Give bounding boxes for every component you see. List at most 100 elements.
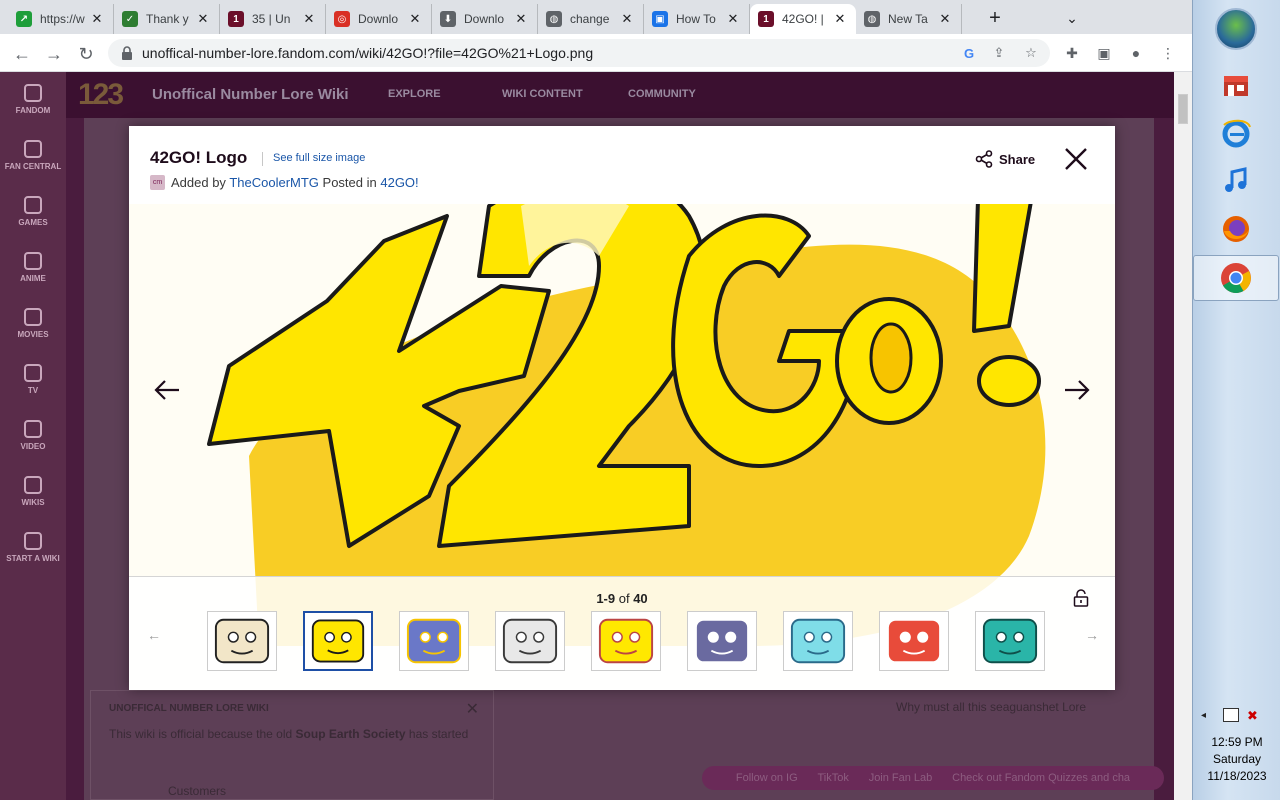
profile-icon[interactable]: ● <box>1126 43 1146 63</box>
gallery-thumbnail[interactable] <box>399 611 469 671</box>
chrome-taskbar-button[interactable] <box>1193 255 1279 301</box>
tab-close-icon[interactable]: ✕ <box>89 11 105 27</box>
gallery-thumbnail[interactable] <box>879 611 949 671</box>
page-scrollbar[interactable] <box>1174 72 1192 800</box>
rail-item[interactable]: WIKIS <box>0 476 66 507</box>
browser-tab[interactable]: 1 42GO! | ✕ <box>750 4 856 34</box>
rail-item[interactable]: ANIME <box>0 252 66 283</box>
new-tab-button[interactable]: + <box>984 7 1006 29</box>
forward-button[interactable]: → <box>42 42 66 66</box>
address-bar[interactable]: unoffical-number-lore.fandom.com/wiki/42… <box>108 39 1050 67</box>
footer-link-quizzes[interactable]: Check out Fandom Quizzes and cha <box>952 772 1130 784</box>
tab-close-icon[interactable]: ✕ <box>513 11 529 27</box>
rail-icon <box>24 364 42 382</box>
title-divider <box>262 152 263 166</box>
firefox-icon[interactable] <box>1217 210 1255 248</box>
clock-time[interactable]: 12:59 PM <box>1193 735 1280 749</box>
tab-title: https://w <box>40 12 85 26</box>
extensions-icon[interactable]: ✚ <box>1062 43 1082 63</box>
full-size-link[interactable]: See full size image <box>273 152 365 164</box>
author-link[interactable]: TheCoolerMTG <box>229 175 319 190</box>
network-icon[interactable] <box>1223 708 1239 722</box>
windows-taskbar: ◂ ✖ 12:59 PM Saturday 11/18/2023 <box>1192 0 1280 800</box>
thumbnail-prev-arrow-icon[interactable]: ← <box>147 627 161 643</box>
author-avatar[interactable]: cm <box>150 175 165 190</box>
rail-item[interactable]: GAMES <box>0 196 66 227</box>
clock-day[interactable]: Saturday <box>1193 752 1280 766</box>
notice-close-icon[interactable]: ✕ <box>466 699 479 719</box>
rail-item[interactable]: FANDOM <box>0 84 66 115</box>
tab-favicon-icon: ✓ <box>122 11 138 27</box>
next-image-arrow-icon[interactable] <box>1063 378 1091 402</box>
tab-close-icon[interactable]: ✕ <box>407 11 423 27</box>
tab-close-icon[interactable]: ✕ <box>937 11 953 27</box>
menu-kebab-icon[interactable]: ⋮ <box>1158 43 1178 63</box>
tab-search-icon[interactable]: ⌄ <box>1062 8 1082 28</box>
tab-close-icon[interactable]: ✕ <box>832 11 848 27</box>
internet-explorer-icon[interactable] <box>1217 114 1255 152</box>
gallery-thumbnail[interactable] <box>975 611 1045 671</box>
fandom-footer-bar: Follow on IG TikTok Join Fan Lab Check o… <box>702 766 1164 790</box>
nav-explore[interactable]: EXPLORE <box>388 88 441 100</box>
footer-link-fanlab[interactable]: Join Fan Lab <box>869 772 933 784</box>
footer-link-ig[interactable]: Follow on IG <box>736 772 798 784</box>
nav-wiki-content[interactable]: WIKI CONTENT <box>502 88 583 100</box>
thumbnail-next-arrow-icon[interactable]: → <box>1085 627 1099 643</box>
wiki-name[interactable]: Unoffical Number Lore Wiki <box>152 86 349 103</box>
google-lens-icon[interactable]: G <box>960 44 978 62</box>
tab-close-icon[interactable]: ✕ <box>301 11 317 27</box>
share-icon <box>975 150 993 168</box>
browser-tab[interactable]: ⬇ Downlo ✕ <box>432 4 538 34</box>
posted-in-link[interactable]: 42GO! <box>380 175 418 190</box>
gallery-thumbnail[interactable] <box>783 611 853 671</box>
browser-tab[interactable]: ◍ change ✕ <box>538 4 644 34</box>
clock-date[interactable]: 11/18/2023 <box>1193 769 1280 783</box>
gallery-thumbnail[interactable] <box>207 611 277 671</box>
rail-item[interactable]: START A WIKI <box>0 532 66 563</box>
browser-tab[interactable]: ↗ https://w ✕ <box>8 4 114 34</box>
back-button[interactable]: ← <box>10 42 34 66</box>
tab-favicon-icon: ▣ <box>652 11 668 27</box>
close-icon[interactable] <box>1063 146 1089 172</box>
previous-image-arrow-icon[interactable] <box>153 378 181 402</box>
browser-tab[interactable]: ◍ New Ta ✕ <box>856 4 962 34</box>
reload-button[interactable]: ↻ <box>74 42 98 66</box>
rail-label: FAN CENTRAL <box>4 162 62 171</box>
rail-icon <box>24 140 42 158</box>
store-app-icon[interactable] <box>1217 66 1255 104</box>
rail-label: START A WIKI <box>6 554 60 563</box>
rail-item[interactable]: FAN CENTRAL <box>0 140 66 171</box>
gallery-thumbnail[interactable] <box>303 611 373 671</box>
footer-link-tiktok[interactable]: TikTok <box>817 772 848 784</box>
wiki-logo[interactable]: 123 <box>78 78 124 112</box>
rail-item[interactable]: MOVIES <box>0 308 66 339</box>
volume-muted-icon[interactable]: ✖ <box>1247 708 1258 724</box>
rail-item[interactable]: VIDEO <box>0 420 66 451</box>
tab-close-icon[interactable]: ✕ <box>619 11 635 27</box>
browser-tab[interactable]: 1 35 | Un ✕ <box>220 4 326 34</box>
browser-tab[interactable]: ▣ How To ✕ <box>644 4 750 34</box>
start-button[interactable] <box>1215 8 1257 50</box>
lock-icon <box>122 46 132 60</box>
system-tray: ◂ ✖ <box>1193 706 1280 734</box>
tray-expand-icon[interactable]: ◂ <box>1201 710 1206 721</box>
gallery-thumbnail[interactable] <box>687 611 757 671</box>
thumbnail-strip: 1-9 of 40 ← → <box>129 576 1115 690</box>
rail-item[interactable]: TV <box>0 364 66 395</box>
side-panel-icon[interactable]: ▣ <box>1094 43 1114 63</box>
rail-label: FANDOM <box>15 106 51 115</box>
gallery-thumbnail[interactable] <box>495 611 565 671</box>
tab-close-icon[interactable]: ✕ <box>725 11 741 27</box>
share-page-icon[interactable]: ⇪ <box>990 44 1008 62</box>
browser-tab[interactable]: ✓ Thank y ✕ <box>114 4 220 34</box>
url-text: unoffical-number-lore.fandom.com/wiki/42… <box>142 45 594 61</box>
image-counter: 1-9 of 40 <box>596 591 648 606</box>
nav-community[interactable]: COMMUNITY <box>628 88 696 100</box>
browser-tab[interactable]: ◎ Downlo ✕ <box>326 4 432 34</box>
unlock-icon[interactable] <box>1073 589 1089 607</box>
gallery-thumbnail[interactable] <box>591 611 661 671</box>
tab-close-icon[interactable]: ✕ <box>195 11 211 27</box>
share-button[interactable]: Share <box>975 150 1035 168</box>
bookmark-star-icon[interactable]: ☆ <box>1022 44 1040 62</box>
itunes-icon[interactable] <box>1217 162 1255 200</box>
